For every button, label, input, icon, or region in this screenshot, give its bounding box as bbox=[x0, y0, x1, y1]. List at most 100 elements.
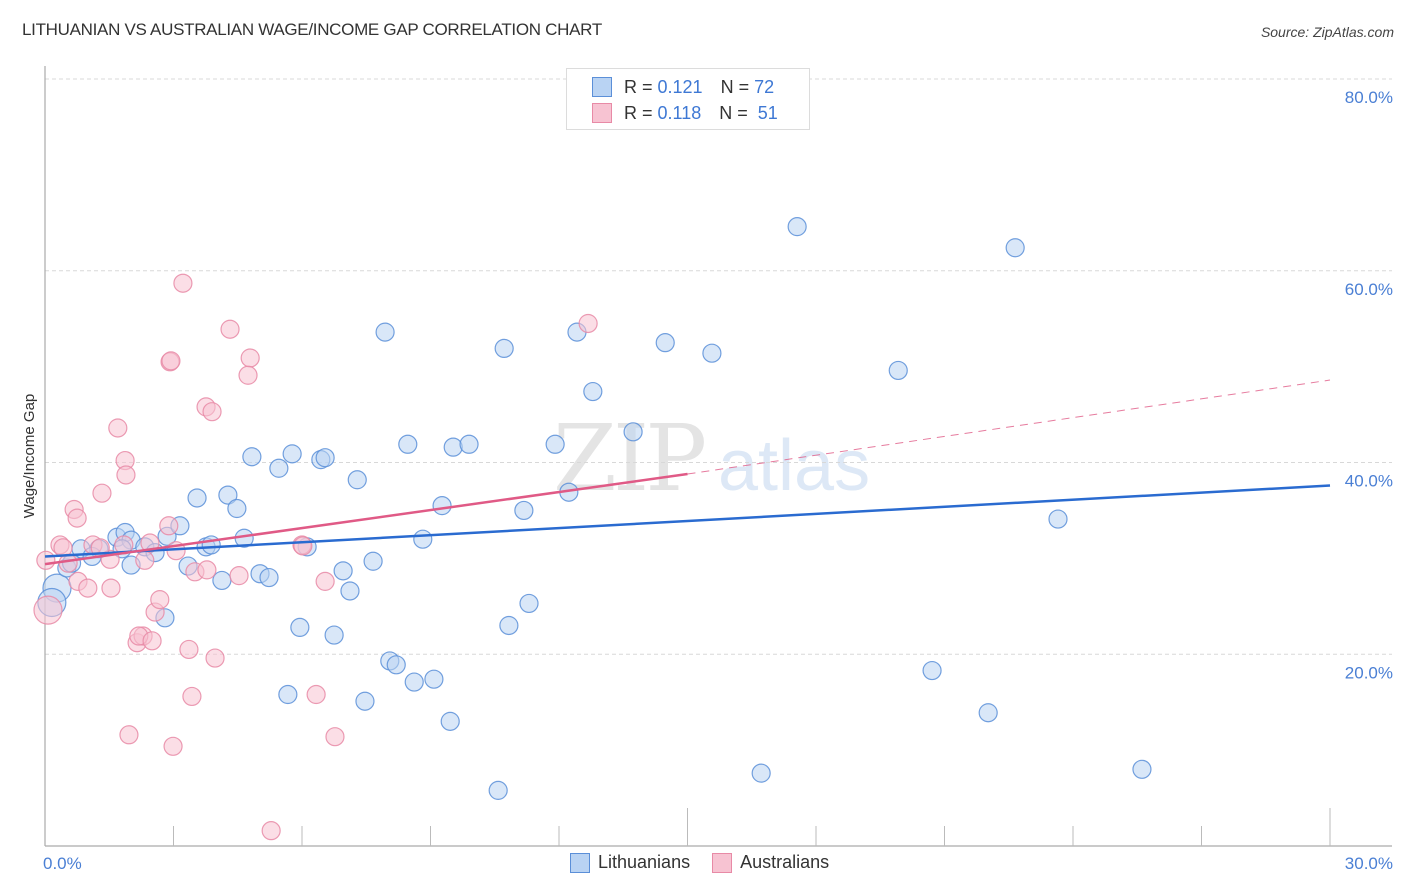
point-lithuanian bbox=[340, 581, 360, 601]
point-lithuanian bbox=[355, 691, 375, 711]
point-australian bbox=[142, 631, 162, 651]
legend-n-value: 72 bbox=[754, 76, 775, 97]
trend-line-australians-extended bbox=[687, 379, 1331, 475]
legend-r-value: 0.118 bbox=[657, 102, 702, 123]
point-australian bbox=[36, 550, 56, 570]
x-tick-label: 0.0% bbox=[43, 854, 82, 873]
point-australian bbox=[58, 553, 78, 573]
point-australian bbox=[220, 319, 240, 339]
point-australian bbox=[108, 418, 128, 438]
point-australian bbox=[306, 684, 326, 705]
point-australian bbox=[578, 313, 598, 334]
x-ticks bbox=[173, 808, 1331, 846]
legend-swatch-pink bbox=[592, 103, 612, 123]
point-lithuanian bbox=[499, 615, 519, 636]
legend-n-value: 51 bbox=[757, 102, 778, 123]
point-australian bbox=[116, 465, 136, 485]
point-lithuanian bbox=[1132, 759, 1152, 779]
point-lithuanian bbox=[751, 763, 771, 783]
swatch-pink bbox=[712, 852, 733, 873]
point-australian bbox=[163, 736, 183, 756]
point-lithuanian bbox=[702, 343, 722, 363]
point-lithuanian bbox=[324, 625, 344, 645]
point-australian bbox=[205, 648, 225, 668]
scatter-plot: 20.0% 40.0% 60.0% 80.0% 0.0% 30.0% Wage/Inco… bbox=[21, 66, 1393, 873]
point-lithuanian bbox=[282, 444, 302, 464]
point-lithuanian bbox=[1048, 509, 1068, 529]
y-axis-label: Wage/Income Gap bbox=[21, 394, 38, 519]
series-legend-lithuanians[interactable]: Lithuanians bbox=[570, 852, 690, 873]
point-lithuanian bbox=[459, 434, 479, 454]
legend-n-label: N = bbox=[720, 76, 755, 97]
point-australian bbox=[101, 578, 121, 598]
point-australian bbox=[325, 727, 345, 747]
point-lithuanian bbox=[922, 660, 942, 681]
point-lithuanian bbox=[1005, 238, 1025, 258]
series-legend: Lithuanians Australians bbox=[570, 852, 851, 873]
australians-points bbox=[33, 273, 598, 841]
point-lithuanian bbox=[347, 470, 367, 490]
point-lithuanian bbox=[424, 669, 444, 689]
legend: R = 0.121 N = 72 R = 0.118 N = 51 bbox=[566, 68, 810, 130]
swatch-blue bbox=[570, 852, 590, 873]
point-australian bbox=[92, 483, 112, 503]
point-lithuanian bbox=[386, 655, 406, 675]
point-lithuanian bbox=[212, 570, 232, 591]
point-lithuanian bbox=[375, 322, 395, 342]
trend-lines bbox=[44, 379, 1331, 566]
y-tick-label: 80.0% bbox=[1345, 88, 1393, 107]
point-australian bbox=[240, 348, 260, 368]
series-label: Australians bbox=[740, 852, 830, 872]
point-lithuanian bbox=[583, 381, 603, 402]
point-australian bbox=[67, 508, 87, 528]
trend-line-australians bbox=[44, 472, 688, 566]
legend-n-label: N = bbox=[719, 102, 753, 123]
legend-r-label: R = bbox=[624, 76, 658, 97]
point-lithuanian bbox=[315, 448, 335, 468]
series-legend-australians[interactable]: Australians bbox=[712, 852, 829, 873]
point-lithuanian bbox=[655, 333, 675, 353]
point-lithuanian bbox=[242, 447, 262, 467]
y-tick-label: 40.0% bbox=[1345, 472, 1393, 491]
point-lithuanian bbox=[623, 422, 643, 442]
point-lithuanian bbox=[787, 217, 807, 237]
point-lithuanian bbox=[259, 567, 279, 588]
point-lithuanian bbox=[888, 360, 908, 381]
legend-r-value: 0.121 bbox=[657, 76, 703, 97]
point-lithuanian bbox=[978, 703, 998, 723]
point-australian bbox=[293, 536, 313, 556]
point-lithuanian bbox=[333, 561, 353, 581]
point-australian bbox=[173, 273, 193, 293]
point-australian bbox=[197, 560, 217, 580]
point-lithuanian bbox=[398, 434, 418, 454]
trend-line-lithuanians bbox=[44, 484, 1331, 558]
point-lithuanian bbox=[494, 338, 514, 359]
point-lithuanian bbox=[201, 535, 221, 555]
point-australian bbox=[159, 516, 179, 536]
legend-swatch-blue bbox=[592, 77, 612, 97]
point-lithuanian bbox=[519, 593, 539, 614]
y-tick-labels: 20.0% 40.0% 60.0% 80.0% bbox=[1345, 88, 1393, 682]
point-lithuanian bbox=[545, 434, 565, 454]
point-lithuanian bbox=[278, 684, 298, 705]
point-lithuanian bbox=[440, 711, 460, 731]
point-australian bbox=[202, 402, 222, 422]
point-australian bbox=[150, 590, 170, 610]
point-australian bbox=[135, 550, 155, 570]
point-lithuanian bbox=[404, 672, 424, 692]
point-lithuanian bbox=[290, 617, 310, 638]
y-tick-label: 60.0% bbox=[1345, 280, 1393, 299]
point-australian bbox=[315, 571, 335, 591]
x-tick-label: 30.0% bbox=[1345, 854, 1393, 873]
point-lithuanian bbox=[488, 780, 508, 800]
point-australian bbox=[33, 595, 63, 625]
point-lithuanian bbox=[227, 498, 247, 519]
point-lithuanian bbox=[413, 529, 433, 549]
legend-row-lithuanians: R = 0.121 N = 72 bbox=[592, 76, 774, 98]
point-lithuanian bbox=[514, 500, 534, 521]
point-lithuanian bbox=[432, 496, 452, 516]
point-australian bbox=[78, 578, 98, 598]
lithuanians-points bbox=[37, 217, 1152, 800]
point-lithuanian bbox=[363, 551, 383, 571]
y-tick-label: 20.0% bbox=[1345, 663, 1393, 682]
